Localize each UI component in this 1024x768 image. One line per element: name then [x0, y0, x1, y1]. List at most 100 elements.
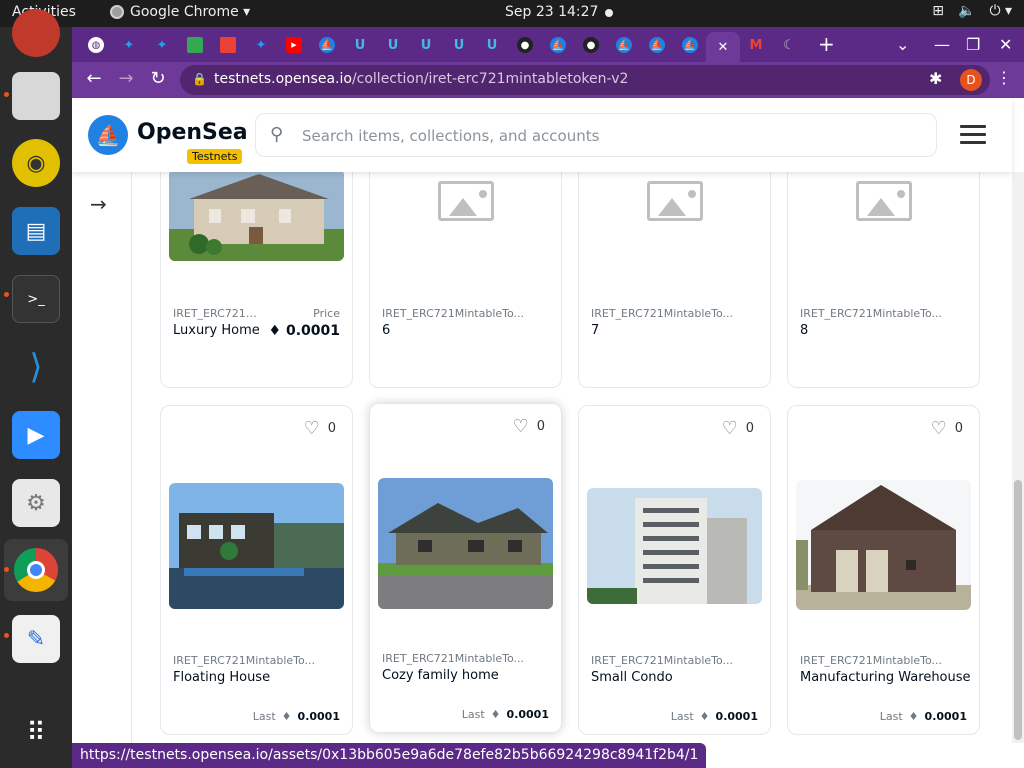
favorite-button[interactable]: ♡ 0 — [931, 418, 963, 439]
hamburger-menu-icon[interactable] — [960, 125, 986, 145]
back-button[interactable]: ← — [82, 68, 106, 89]
collection-name[interactable]: IRET_ERC721MintableTo... — [800, 654, 950, 667]
nft-card[interactable]: IRET_ERC721MintableTo... 8 — [787, 138, 980, 388]
nft-card[interactable]: ♡ 0 IRET_ERC721MintableTo... Cozy family … — [369, 403, 562, 733]
system-tray[interactable]: ⊞ 🔈 ⏻ ▾ — [932, 3, 1012, 19]
writer-icon[interactable]: ▤ — [12, 207, 60, 255]
close-icon[interactable]: ✕ — [718, 40, 729, 55]
tab[interactable]: ✦ — [247, 32, 275, 58]
profile-avatar[interactable]: D — [960, 69, 982, 91]
tab[interactable]: ▶ — [280, 32, 308, 58]
settings-icon[interactable]: ⚙ — [12, 479, 60, 527]
minimize-button[interactable]: — — [934, 35, 950, 54]
tab[interactable]: ◍ — [82, 32, 110, 58]
collection-name[interactable]: IRET_ERC721MintableTo... — [173, 654, 323, 667]
terminal-icon[interactable]: >_ — [12, 275, 60, 323]
collection-name[interactable]: IRET_ERC721MintableTo... — [382, 307, 532, 320]
tab[interactable]: U — [379, 32, 407, 58]
chrome-icon — [110, 5, 124, 19]
collection-name[interactable]: IRET_ERC721MintableTo... — [591, 654, 741, 667]
zoom-icon[interactable]: ▶ — [12, 411, 60, 459]
nft-card[interactable]: ♡ 0 IRET_ERC721MintableTo... Floating Hou… — [160, 405, 353, 735]
tab[interactable]: ✦ — [115, 32, 143, 58]
close-window-button[interactable]: ✕ — [999, 35, 1012, 54]
scrollbar-thumb[interactable] — [1014, 480, 1022, 740]
tab[interactable]: ⛵ — [610, 32, 638, 58]
url-text[interactable]: testnets.opensea.io/collection/iret-erc7… — [214, 71, 628, 87]
item-name[interactable]: Small Condo — [591, 670, 673, 685]
nft-card[interactable]: IRET_ERC721M... Luxury Home Price ♦ 0.00… — [160, 138, 353, 388]
vscode-icon[interactable]: ⟩ — [12, 343, 60, 391]
item-name[interactable]: 7 — [591, 323, 599, 338]
collection-name[interactable]: IRET_ERC721MintableTo... — [382, 652, 532, 665]
nft-card[interactable]: ♡ 0 IRET_ERC721MintableTo... Manufacturin… — [787, 405, 980, 735]
item-name[interactable]: Manufacturing Warehouse — [800, 670, 971, 685]
power-icon[interactable]: ⏻ ▾ — [989, 3, 1012, 19]
rhythmbox-icon[interactable]: ◉ — [12, 139, 60, 187]
opensea-logo-icon[interactable]: ⛵ — [88, 115, 128, 155]
item-name[interactable]: Luxury Home — [173, 323, 260, 338]
eth-icon: ♦ — [908, 710, 919, 723]
app-menu[interactable]: Google Chrome ▾ — [110, 4, 250, 20]
nft-image-cozy-family-home[interactable] — [378, 478, 553, 609]
tab[interactable]: ⛵ — [544, 32, 572, 58]
nft-card[interactable]: ♡ 0 IRET_ERC721MintableTo... Small Condo … — [578, 405, 771, 735]
nft-card[interactable]: IRET_ERC721MintableTo... 7 — [578, 138, 771, 388]
collection-name[interactable]: IRET_ERC721MintableTo... — [591, 307, 741, 320]
favorite-button[interactable]: ♡ 0 — [304, 418, 336, 439]
tab[interactable]: ● — [511, 32, 539, 58]
nft-image-small-condo[interactable] — [587, 488, 762, 604]
clock[interactable]: Sep 23 14:27 — [505, 4, 598, 20]
item-name[interactable]: 8 — [800, 323, 808, 338]
tab[interactable] — [214, 32, 242, 58]
reload-button[interactable]: ↻ — [146, 68, 170, 89]
nft-card[interactable]: IRET_ERC721MintableTo... 6 — [369, 138, 562, 388]
tab[interactable]: ☾ — [775, 32, 803, 58]
like-count: 0 — [954, 421, 963, 436]
extensions-icon[interactable]: ✱ — [929, 69, 942, 88]
address-bar[interactable]: 🔒 testnets.opensea.io/collection/iret-er… — [180, 65, 990, 95]
apps-grid-icon[interactable]: ⠿ — [12, 709, 60, 757]
tab[interactable]: ⛵ — [643, 32, 671, 58]
opensea-icon: ⛵ — [616, 37, 632, 53]
maximize-button[interactable]: ❐ — [966, 35, 980, 54]
tab-search-icon[interactable]: ⌄ — [896, 35, 909, 54]
brand-name[interactable]: OpenSea — [137, 120, 248, 145]
tab[interactable]: ● — [577, 32, 605, 58]
new-tab-button[interactable]: + — [818, 32, 835, 56]
opensea-icon: ⛵ — [682, 37, 698, 53]
search-bar[interactable]: ⚲ Search items, collections, and account… — [255, 113, 937, 157]
favorite-button[interactable]: ♡ 0 — [722, 418, 754, 439]
chrome-menu-icon[interactable]: ⋮ — [996, 68, 1012, 87]
tab[interactable] — [181, 32, 209, 58]
files-icon[interactable] — [12, 72, 60, 120]
tab[interactable]: U — [412, 32, 440, 58]
collection-name[interactable]: IRET_ERC721M... — [173, 307, 263, 320]
item-name[interactable]: Cozy family home — [382, 668, 499, 683]
tab[interactable]: M — [742, 32, 770, 58]
firefox-icon[interactable] — [12, 9, 60, 57]
collection-name[interactable]: IRET_ERC721MintableTo... — [800, 307, 950, 320]
nft-image-floating-house[interactable] — [169, 483, 344, 609]
item-name[interactable]: 6 — [382, 323, 390, 338]
nft-image-manufacturing-warehouse[interactable] — [796, 480, 971, 610]
tab[interactable]: ⛵ — [313, 32, 341, 58]
favorite-button[interactable]: ♡ 0 — [513, 416, 545, 437]
chrome-icon[interactable] — [4, 539, 68, 601]
text-editor-icon[interactable]: ✎ — [12, 615, 60, 663]
tab[interactable]: ⛵ — [676, 32, 704, 58]
expand-filters-arrow-icon[interactable]: → — [90, 192, 107, 216]
volume-icon[interactable]: 🔈 — [958, 3, 975, 19]
tab[interactable]: U — [346, 32, 374, 58]
tab-active[interactable]: ✕ — [706, 32, 740, 62]
forward-button[interactable]: → — [114, 68, 138, 89]
tab[interactable]: U — [478, 32, 506, 58]
search-input[interactable]: Search items, collections, and accounts — [302, 127, 599, 145]
nft-image-luxury-home[interactable] — [169, 169, 344, 261]
item-name[interactable]: Floating House — [173, 670, 270, 685]
tab[interactable]: U — [445, 32, 473, 58]
tab[interactable]: ✦ — [148, 32, 176, 58]
page-scrollbar[interactable] — [1012, 172, 1024, 743]
lock-icon[interactable]: 🔒 — [192, 72, 207, 86]
network-icon[interactable]: ⊞ — [932, 3, 944, 19]
